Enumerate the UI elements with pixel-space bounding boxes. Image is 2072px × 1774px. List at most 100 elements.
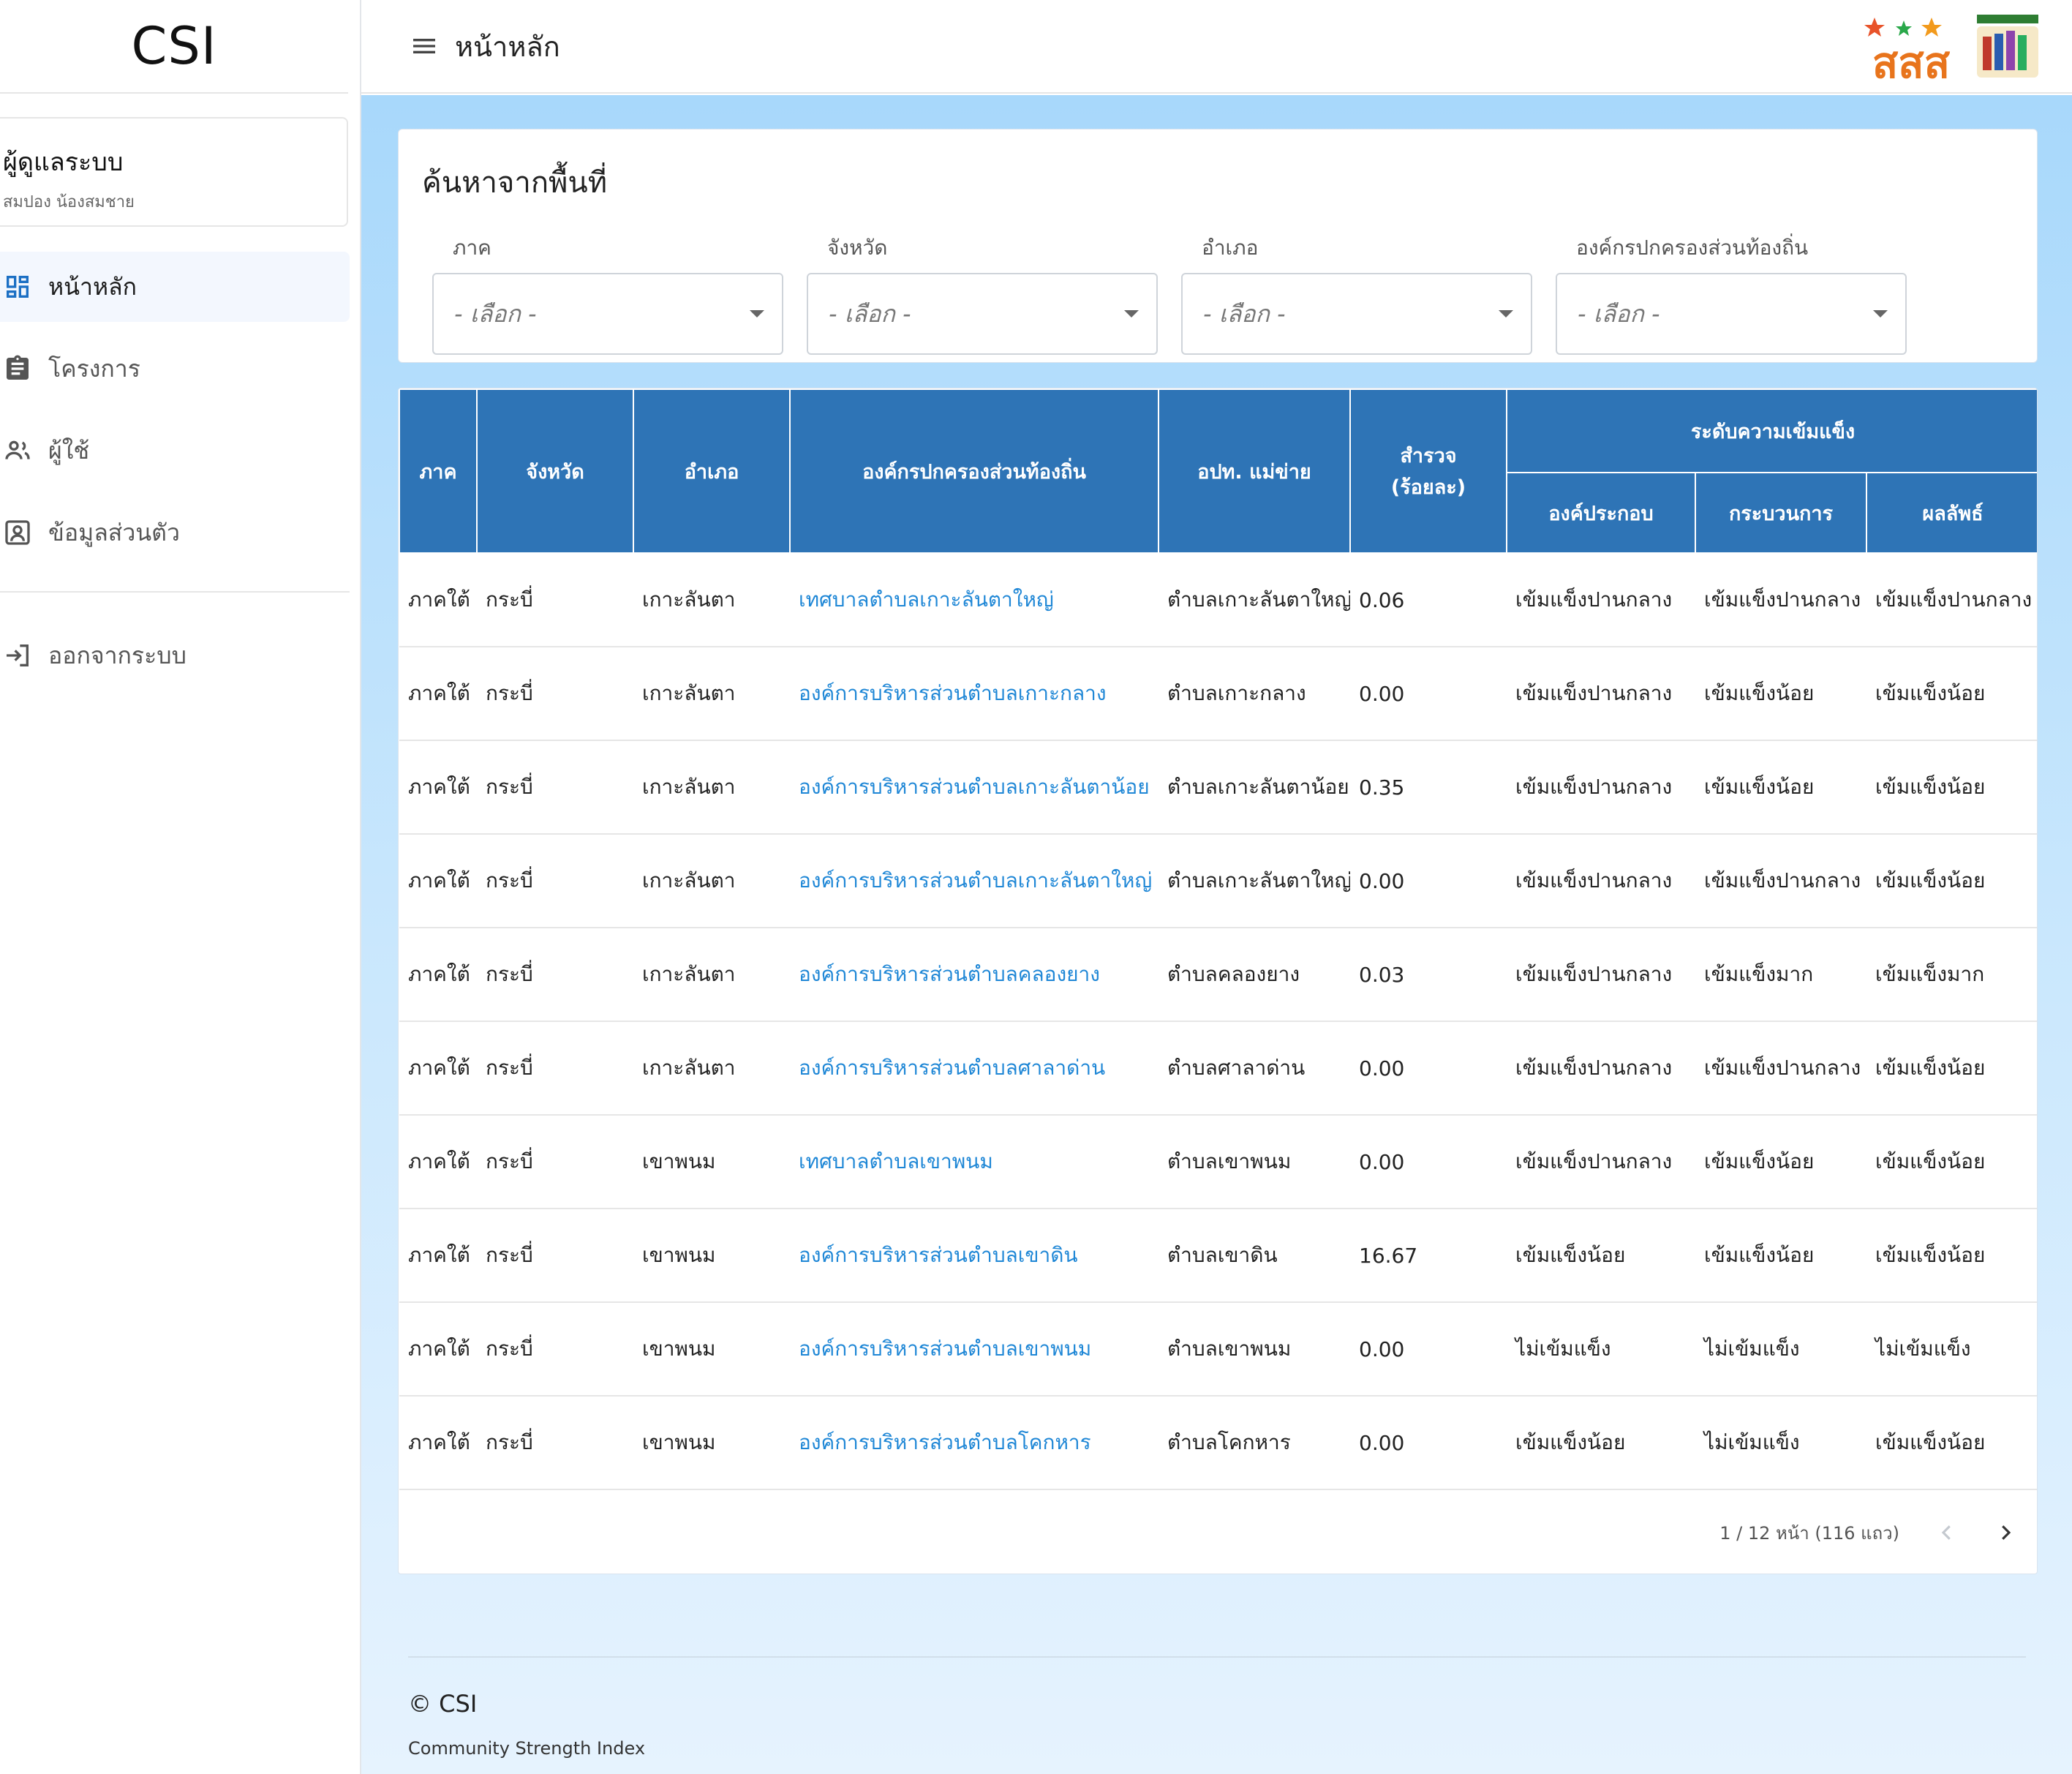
cell-result: เข้มแข็งน้อย — [1866, 647, 2037, 741]
cell-process: เข้มแข็งปานกลาง — [1695, 553, 1866, 647]
col-header-region[interactable]: ภาค — [399, 388, 478, 554]
cell-network: ตำบลเกาะลันตาใหญ่ — [1159, 834, 1350, 928]
org-link[interactable]: องค์การบริหารส่วนตำบลคลองยาง — [790, 928, 1159, 1022]
cell-network: ตำบลเกาะกลาง — [1159, 647, 1350, 741]
cell-survey: 0.00 — [1350, 834, 1507, 928]
cell-process: เข้มแข็งมาก — [1695, 928, 1866, 1022]
logout-button[interactable]: ออกจากระบบ — [0, 620, 350, 691]
province-select[interactable]: - เลือก - — [807, 273, 1158, 355]
app-brand[interactable]: CSI — [0, 0, 348, 94]
region-select[interactable]: - เลือก - — [432, 273, 783, 355]
table-row: ภาคใต้ กระบี่ เกาะลันตา องค์การบริหารส่ว… — [399, 928, 2037, 1022]
filter-label: จังหวัด — [827, 236, 888, 260]
cell-process: เข้มแข็งปานกลาง — [1695, 1021, 1866, 1116]
survey-header-line1: สำรวจ — [1400, 445, 1457, 467]
col-header-result[interactable]: ผลลัพธ์ — [1865, 472, 2037, 554]
cell-district: เขาพนม — [633, 1302, 790, 1397]
cell-network: ตำบลเกาะลันตาใหญ่ — [1159, 553, 1350, 647]
col-header-process[interactable]: กระบวนการ — [1695, 472, 1867, 554]
table-row: ภาคใต้ กระบี่ เกาะลันตา องค์การบริหารส่ว… — [399, 834, 2037, 928]
sidebar-item-label: โครงการ — [48, 354, 140, 383]
nav-divider — [0, 591, 350, 593]
org-link[interactable]: เทศบาลตำบลเขาพนม — [790, 1115, 1159, 1209]
cell-province: กระบี่ — [477, 1209, 633, 1303]
cell-province: กระบี่ — [477, 647, 633, 741]
filter-district: อำเภอ - เลือก - — [1181, 232, 1532, 355]
cell-process: เข้มแข็งปานกลาง — [1695, 834, 1866, 928]
col-header-survey[interactable]: สำรวจ (ร้อยละ) — [1349, 388, 1507, 554]
prev-page-button[interactable] — [1936, 1522, 1958, 1544]
col-header-component[interactable]: องค์ประกอบ — [1506, 472, 1696, 554]
col-header-network[interactable]: อปท. แม่ข่าย — [1158, 388, 1351, 554]
local-org-select[interactable]: - เลือก - — [1556, 273, 1907, 355]
search-card: ค้นหาจากพื้นที่ ภาค - เลือก - จังหวัด - … — [398, 129, 2038, 363]
cell-result: เข้มแข็งน้อย — [1866, 740, 2037, 835]
select-value: - เลือก - — [1203, 299, 1286, 328]
cell-result: เข้มแข็งน้อย — [1866, 1021, 2037, 1116]
col-header-province[interactable]: จังหวัด — [476, 388, 634, 554]
footer-subtitle: Community Strength Index — [408, 1738, 646, 1759]
org-link[interactable]: องค์การบริหารส่วนตำบลศาลาด่าน — [790, 1021, 1159, 1116]
chevron-left-icon — [1941, 1525, 1951, 1540]
cell-region: ภาคใต้ — [399, 740, 477, 835]
org-link[interactable]: องค์การบริหารส่วนตำบลเกาะกลาง — [790, 647, 1159, 741]
sidebar-item-users[interactable]: ผู้ใช้ — [0, 416, 350, 486]
main-content: ค้นหาจากพื้นที่ ภาค - เลือก - จังหวัด - … — [361, 95, 2072, 1774]
cell-region: ภาคใต้ — [399, 553, 477, 647]
org-link[interactable]: องค์การบริหารส่วนตำบลเขาดิน — [790, 1209, 1159, 1303]
cell-result: เข้มแข็งน้อย — [1866, 1115, 2037, 1209]
select-value: - เลือก - — [1578, 299, 1660, 328]
cell-district: เกาะลันตา — [633, 928, 790, 1022]
col-header-org[interactable]: องค์กรปกครองส่วนท้องถิ่น — [789, 388, 1159, 554]
cell-district: เขาพนม — [633, 1115, 790, 1209]
select-value: - เลือก - — [829, 299, 911, 328]
user-role: ผู้ดูแลระบบ — [3, 148, 124, 177]
user-card[interactable]: ผู้ดูแลระบบ สมปอง น้องสมชาย — [0, 117, 348, 227]
org-link[interactable]: องค์การบริหารส่วนตำบลเกาะลันตาใหญ่ — [790, 834, 1159, 928]
cell-network: ตำบลคลองยาง — [1159, 928, 1350, 1022]
cell-district: เกาะลันตา — [633, 553, 790, 647]
cell-district: เกาะลันตา — [633, 740, 790, 835]
cell-component: เข้มแข็งปานกลาง — [1507, 740, 1695, 835]
cell-district: เขาพนม — [633, 1396, 790, 1490]
cell-survey: 0.03 — [1350, 928, 1507, 1022]
org-link[interactable]: เทศบาลตำบลเกาะลันตาใหญ่ — [790, 553, 1159, 647]
org-link[interactable]: องค์การบริหารส่วนตำบลโคกหาร — [790, 1396, 1159, 1490]
cell-component: ไม่เข้มแข็ง — [1507, 1302, 1695, 1397]
cell-province: กระบี่ — [477, 1302, 633, 1397]
district-select[interactable]: - เลือก - — [1181, 273, 1532, 355]
sidebar: CSI ผู้ดูแลระบบ สมปอง น้องสมชาย หน้าหลัก… — [0, 0, 361, 1774]
cell-province: กระบี่ — [477, 834, 633, 928]
col-header-strength: ระดับความเข้มแข็ง — [1505, 388, 2037, 473]
cell-result: เข้มแข็งน้อย — [1866, 1209, 2037, 1303]
profile-icon — [3, 518, 32, 547]
hamburger-menu-icon[interactable] — [410, 31, 439, 61]
search-title: ค้นหาจากพื้นที่ — [422, 166, 608, 200]
cell-component: เข้มแข็งปานกลาง — [1507, 834, 1695, 928]
cell-province: กระบี่ — [477, 553, 633, 647]
cell-process: ไม่เข้มแข็ง — [1695, 1302, 1866, 1397]
cell-network: ตำบลศาลาด่าน — [1159, 1021, 1350, 1116]
cell-survey: 0.35 — [1350, 740, 1507, 835]
cell-region: ภาคใต้ — [399, 1115, 477, 1209]
table-row: ภาคใต้ กระบี่ เกาะลันตา องค์การบริหารส่ว… — [399, 647, 2037, 741]
org-link[interactable]: องค์การบริหารส่วนตำบลเขาพนม — [790, 1302, 1159, 1397]
sidebar-item-profile[interactable]: ข้อมูลส่วนตัว — [0, 497, 350, 568]
col-header-district[interactable]: อำเภอ — [633, 388, 791, 554]
sidebar-item-projects[interactable]: โครงการ — [0, 334, 350, 404]
cell-component: เข้มแข็งปานกลาง — [1507, 1021, 1695, 1116]
cell-survey: 0.00 — [1350, 647, 1507, 741]
cell-survey: 0.00 — [1350, 1115, 1507, 1209]
next-page-button[interactable] — [1994, 1522, 2016, 1544]
select-value: - เลือก - — [454, 299, 537, 328]
cell-district: เขาพนม — [633, 1209, 790, 1303]
sidebar-item-label: หน้าหลัก — [48, 272, 137, 301]
cell-region: ภาคใต้ — [399, 647, 477, 741]
table-row: ภาคใต้ กระบี่ เกาะลันตา เทศบาลตำบลเกาะลั… — [399, 553, 2037, 647]
org-link[interactable]: องค์การบริหารส่วนตำบลเกาะลันตาน้อย — [790, 740, 1159, 835]
dashboard-icon — [3, 272, 32, 301]
sidebar-item-home[interactable]: หน้าหลัก — [0, 252, 350, 322]
cell-result: เข้มแข็งน้อย — [1866, 1396, 2037, 1490]
cell-process: เข้มแข็งน้อย — [1695, 1115, 1866, 1209]
cell-process: ไม่เข้มแข็ง — [1695, 1396, 1866, 1490]
